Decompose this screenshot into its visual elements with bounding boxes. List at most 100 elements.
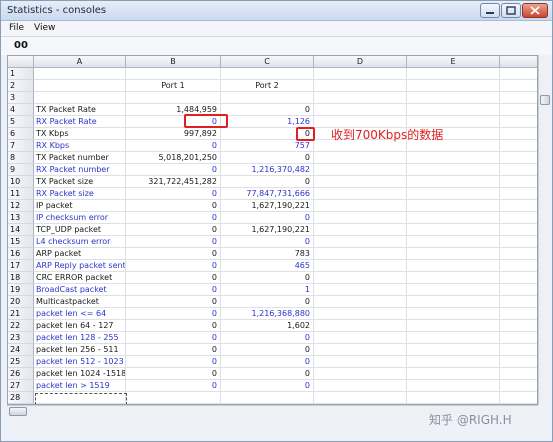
cell-c[interactable]: 0 xyxy=(221,356,314,368)
cell-a[interactable]: RX Packet Rate xyxy=(34,116,126,128)
cell-e[interactable] xyxy=(407,80,500,92)
cell-e[interactable] xyxy=(407,236,500,248)
row-header[interactable]: 13 xyxy=(8,212,34,224)
cell-c[interactable]: 0 xyxy=(221,344,314,356)
cell-a[interactable]: TX Packet Rate xyxy=(34,104,126,116)
cell-f[interactable] xyxy=(500,260,537,272)
cell-b[interactable]: 0 xyxy=(126,188,221,200)
cell-a[interactable]: TX Packet size xyxy=(34,176,126,188)
row-header[interactable]: 23 xyxy=(8,332,34,344)
cell-c[interactable]: 1,627,190,221 xyxy=(221,200,314,212)
cell-c[interactable]: 0 xyxy=(221,236,314,248)
cell-c[interactable]: 0 xyxy=(221,368,314,380)
cell-a[interactable]: packet len 1024 -1518 xyxy=(34,368,126,380)
horizontal-scroll-thumb[interactable] xyxy=(9,407,27,416)
cell-e[interactable] xyxy=(407,212,500,224)
cell-b[interactable]: 0 xyxy=(126,380,221,392)
cell-f[interactable] xyxy=(500,224,537,236)
spreadsheet-grid[interactable]: A B C D E 1 2 Port 1 Port 2 3 4 TX Packet Rate… xyxy=(7,55,538,405)
cell-a[interactable]: packet len 64 - 127 xyxy=(34,320,126,332)
cell-d[interactable] xyxy=(314,284,407,296)
column-header-a[interactable]: A xyxy=(34,56,126,68)
cell-e[interactable] xyxy=(407,176,500,188)
cell-c[interactable]: 0 xyxy=(221,332,314,344)
vertical-scrollbar[interactable] xyxy=(538,55,551,405)
cell-f[interactable] xyxy=(500,92,537,104)
cell-b[interactable]: 0 xyxy=(126,332,221,344)
cell-a[interactable]: packet len <= 64 xyxy=(34,308,126,320)
cell-f[interactable] xyxy=(500,80,537,92)
cell-f[interactable] xyxy=(500,308,537,320)
cell-f[interactable] xyxy=(500,296,537,308)
cell-a[interactable]: ARP Reply packet sent xyxy=(34,260,126,272)
cell-a[interactable]: BroadCast packet xyxy=(34,284,126,296)
cell-b[interactable]: 0 xyxy=(126,308,221,320)
cell-b[interactable]: 0 xyxy=(126,260,221,272)
cell-b[interactable]: 0 xyxy=(126,320,221,332)
cell-b[interactable]: 0 xyxy=(126,368,221,380)
cell-c[interactable]: 0 xyxy=(221,272,314,284)
row-header[interactable]: 2 xyxy=(8,80,34,92)
cell-d[interactable] xyxy=(314,164,407,176)
column-header-b[interactable]: B xyxy=(126,56,221,68)
cell-f[interactable] xyxy=(500,236,537,248)
row-header[interactable]: 17 xyxy=(8,260,34,272)
cell-e[interactable] xyxy=(407,164,500,176)
cell-d[interactable] xyxy=(314,224,407,236)
cell-d[interactable] xyxy=(314,236,407,248)
row-header[interactable]: 19 xyxy=(8,284,34,296)
cell-a[interactable]: IP checksum error xyxy=(34,212,126,224)
cell-a[interactable]: TX Kbps xyxy=(34,128,126,140)
row-header[interactable]: 14 xyxy=(8,224,34,236)
cell-f[interactable] xyxy=(500,152,537,164)
cell-d[interactable] xyxy=(314,248,407,260)
cell-c[interactable] xyxy=(221,68,314,80)
cell-d[interactable] xyxy=(314,320,407,332)
cell-a[interactable]: packet len 512 - 1023 xyxy=(34,356,126,368)
cell-a[interactable]: RX Packet number xyxy=(34,164,126,176)
row-header[interactable]: 1 xyxy=(8,68,34,80)
cell-f[interactable] xyxy=(500,164,537,176)
cell-c[interactable]: 1,627,190,221 xyxy=(221,224,314,236)
cell-a[interactable]: packet len 128 - 255 xyxy=(34,332,126,344)
row-header[interactable]: 9 xyxy=(8,164,34,176)
cell-f[interactable] xyxy=(500,272,537,284)
cell-a[interactable]: RX Packet size xyxy=(34,188,126,200)
cell-e[interactable] xyxy=(407,368,500,380)
cell-d[interactable] xyxy=(314,200,407,212)
cell-f[interactable] xyxy=(500,356,537,368)
cell-d[interactable] xyxy=(314,80,407,92)
cell-b[interactable] xyxy=(126,92,221,104)
cell-b[interactable]: 0 xyxy=(126,272,221,284)
cell-e[interactable] xyxy=(407,260,500,272)
cell-c[interactable]: 757 xyxy=(221,140,314,152)
cell-a[interactable]: TX Packet number xyxy=(34,152,126,164)
row-header[interactable]: 22 xyxy=(8,320,34,332)
cell-a[interactable]: L4 checksum error xyxy=(34,236,126,248)
cell-c[interactable]: 0 xyxy=(221,104,314,116)
cell-d[interactable] xyxy=(314,212,407,224)
cell-d[interactable] xyxy=(314,368,407,380)
row-header[interactable]: 18 xyxy=(8,272,34,284)
cell-e[interactable] xyxy=(407,200,500,212)
cell-e[interactable] xyxy=(407,104,500,116)
cell-c[interactable]: 0 xyxy=(221,296,314,308)
cell-e[interactable] xyxy=(407,380,500,392)
row-header[interactable]: 25 xyxy=(8,356,34,368)
cell-b[interactable]: 997,892 xyxy=(126,128,221,140)
cell-b[interactable]: 5,018,201,250 xyxy=(126,152,221,164)
cell-f[interactable] xyxy=(500,140,537,152)
row-header[interactable]: 4 xyxy=(8,104,34,116)
cell-c[interactable] xyxy=(221,92,314,104)
cell-a[interactable] xyxy=(34,80,126,92)
cell-a[interactable]: IP packet xyxy=(34,200,126,212)
cell-a[interactable]: packet len 256 - 511 xyxy=(34,344,126,356)
cell-f[interactable] xyxy=(500,104,537,116)
cell-b[interactable]: 0 xyxy=(126,296,221,308)
cell-b[interactable]: Port 1 xyxy=(126,80,221,92)
cell-c[interactable]: 1,216,368,880 xyxy=(221,308,314,320)
select-all-corner[interactable] xyxy=(8,56,34,68)
column-header-f[interactable] xyxy=(500,56,537,68)
cell-c[interactable]: 465 xyxy=(221,260,314,272)
row-header[interactable]: 28 xyxy=(8,392,34,404)
